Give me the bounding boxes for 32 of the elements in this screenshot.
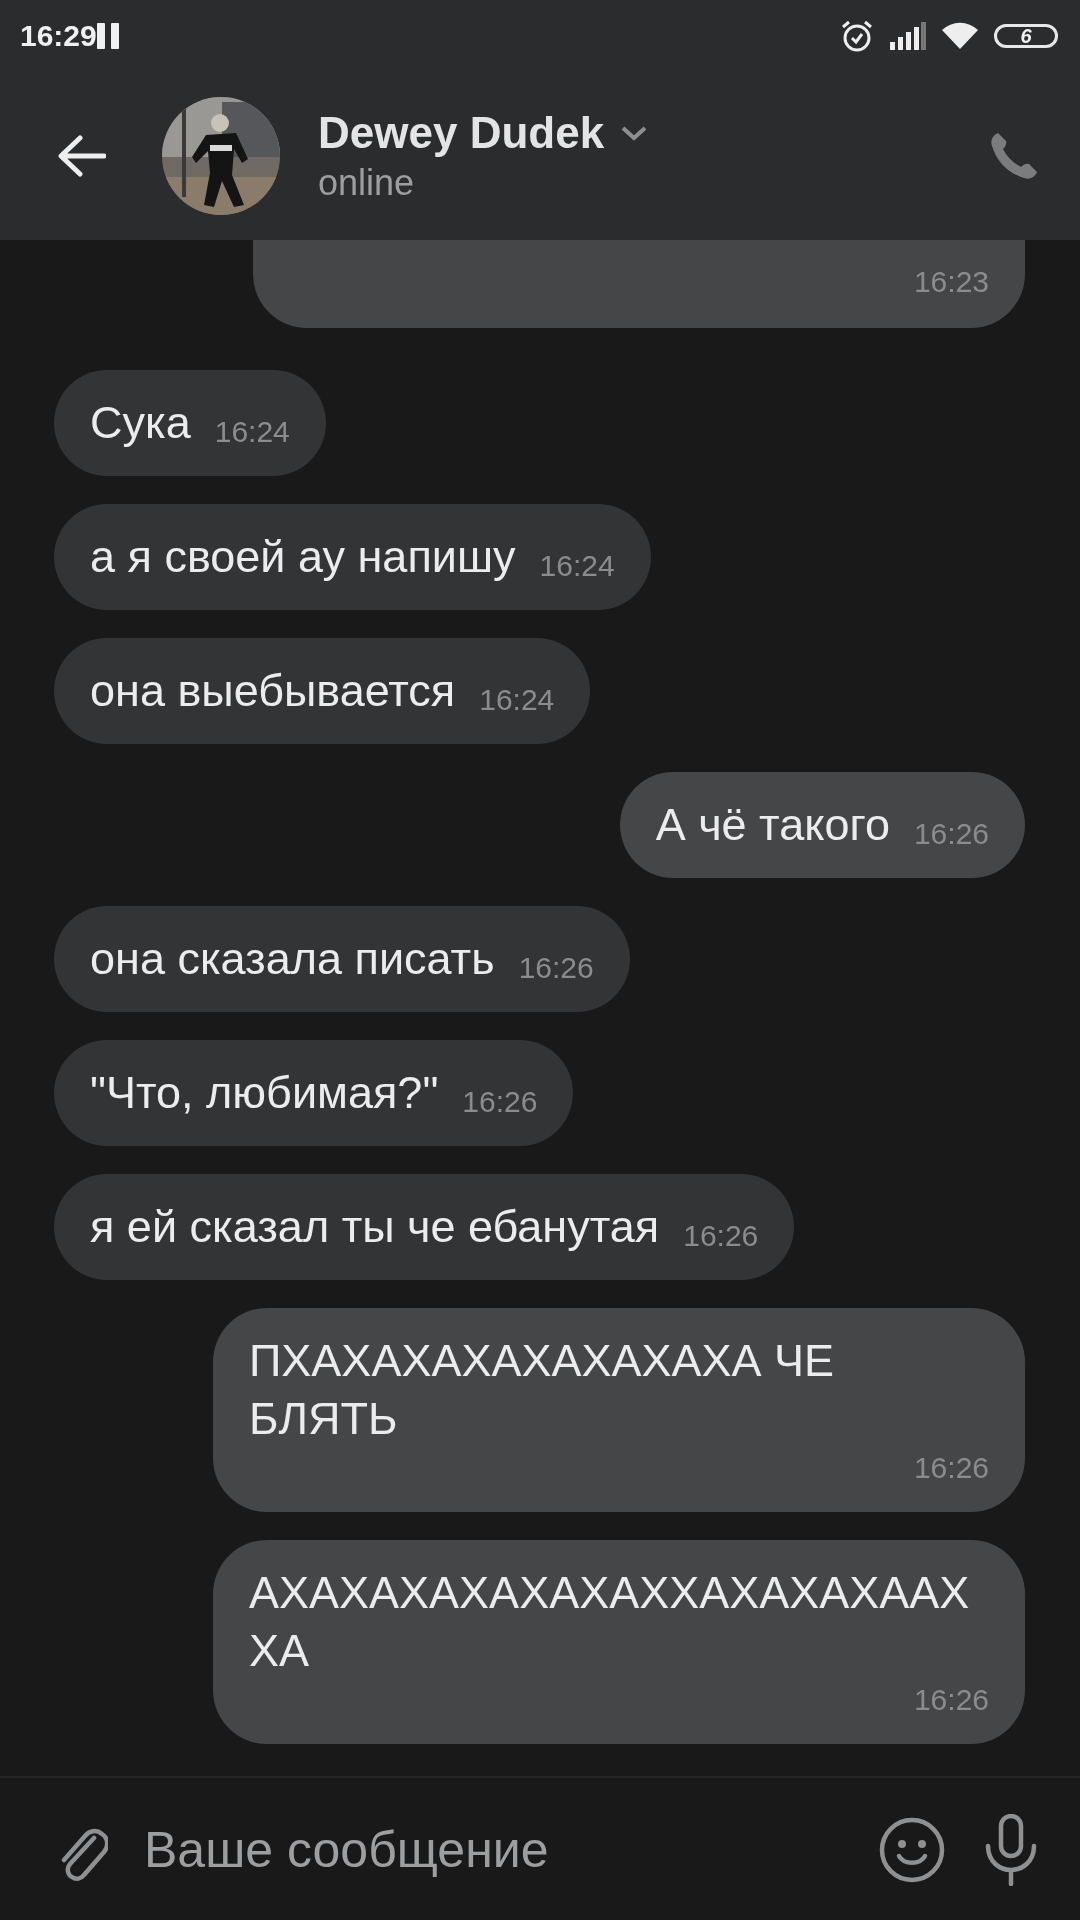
- message-text: а я своей ау напишу: [90, 530, 516, 584]
- message-time: 16:24: [479, 682, 555, 718]
- pause-icon: [96, 23, 119, 49]
- signal-icon: [890, 22, 926, 50]
- message-text: ПХАХАХАХАХАХАХАХА ЧЕ БЛЯТЬ: [249, 1334, 836, 1446]
- message-time: 16:26: [913, 1450, 989, 1486]
- message-text: я ей сказал ты че ебанутая: [90, 1200, 660, 1254]
- wifi-icon: [942, 22, 978, 50]
- message-text: А чё такого: [655, 798, 890, 852]
- message-text: АХАХАХАХАХАХАХХАХАХАХААХ ХА: [249, 1566, 971, 1678]
- chevron-down-icon: [620, 125, 649, 141]
- message-time: 16:26: [518, 950, 594, 986]
- status-time: 16:29: [20, 19, 97, 53]
- message-text: она выебывается: [90, 664, 456, 718]
- message-time: 16:26: [462, 1084, 538, 1120]
- message-time: 16:26: [913, 816, 989, 852]
- contact-name[interactable]: Dewey Dudek: [318, 108, 605, 158]
- message-text: Сука: [90, 396, 191, 450]
- message-time: 16:26: [913, 1682, 989, 1718]
- battery-indicator: 6: [994, 24, 1058, 48]
- message-text: она сказала писать: [90, 932, 495, 986]
- message-time: 16:26: [683, 1218, 759, 1254]
- message-time: 16:24: [539, 548, 615, 584]
- message-time: 16:24: [214, 414, 290, 450]
- alarm-icon: [840, 19, 874, 53]
- back-button[interactable]: [56, 134, 106, 178]
- message-text: "Что, любимая?": [90, 1066, 439, 1120]
- message-time: 16:23: [913, 264, 989, 300]
- contact-status: online: [318, 162, 416, 204]
- message-input[interactable]: Ваше сообщение: [144, 1815, 842, 1885]
- emoji-icon[interactable]: [878, 1816, 946, 1884]
- phone-icon[interactable]: [988, 130, 1040, 182]
